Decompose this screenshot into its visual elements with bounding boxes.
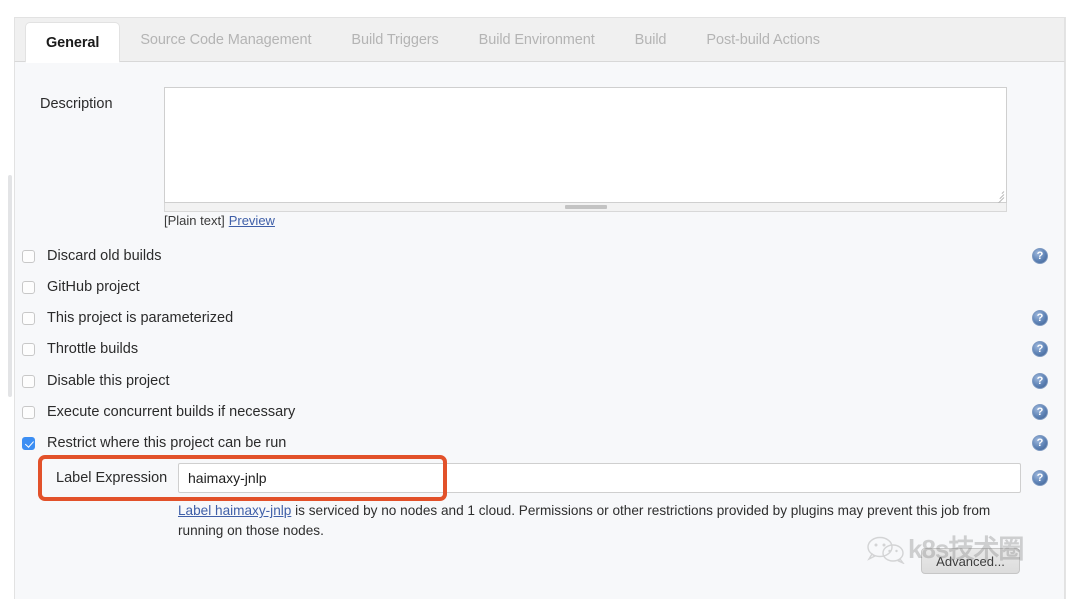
help-icon-this-project-is-parameterized[interactable]: ?	[1032, 310, 1048, 326]
section-scroll-rail[interactable]	[8, 175, 12, 397]
option-row-3[interactable]: Throttle builds	[22, 338, 138, 360]
option-row-2[interactable]: This project is parameterized	[22, 307, 233, 329]
checkbox-throttle-builds[interactable]	[22, 343, 35, 356]
plain-text-note: [Plain text]	[164, 213, 225, 228]
checkbox-restrict-where-this-project-can-be-run[interactable]	[22, 437, 35, 450]
checkbox-label-2[interactable]: This project is parameterized	[47, 310, 233, 326]
textarea-resize-grip-icon[interactable]	[993, 189, 1004, 200]
tab-build[interactable]: Build	[615, 18, 687, 62]
advanced-button[interactable]: Advanced...	[921, 548, 1020, 574]
help-icon-disable-this-project[interactable]: ?	[1032, 373, 1048, 389]
jenkins-job-config-page: GeneralSource Code ManagementBuild Trigg…	[0, 0, 1080, 599]
description-textarea[interactable]	[164, 87, 1007, 203]
tab-general[interactable]: General	[25, 22, 120, 62]
help-icon-discard-old-builds[interactable]: ?	[1032, 248, 1048, 264]
tab-source-code-management[interactable]: Source Code Management	[120, 18, 331, 62]
checkbox-label-0[interactable]: Discard old builds	[47, 248, 161, 264]
checkbox-label-6[interactable]: Restrict where this project can be run	[47, 435, 286, 451]
option-row-6[interactable]: Restrict where this project can be run	[22, 432, 286, 454]
checkbox-disable-this-project[interactable]	[22, 375, 35, 388]
checkbox-label-5[interactable]: Execute concurrent builds if necessary	[47, 404, 295, 420]
label-node-link[interactable]: Label haimaxy-jnlp	[178, 503, 291, 518]
description-resize-bar[interactable]	[164, 203, 1007, 212]
label-help-rest: is serviced by no nodes and 1 cloud. Per…	[178, 503, 990, 538]
help-icon-execute-concurrent-builds-if-necessary[interactable]: ?	[1032, 404, 1048, 420]
resize-handle-icon[interactable]	[565, 205, 607, 209]
option-row-1[interactable]: GitHub project	[22, 276, 140, 298]
label-expression-label: Label Expression	[56, 470, 167, 486]
tab-post-build-actions[interactable]: Post-build Actions	[686, 18, 839, 62]
config-tab-strip: GeneralSource Code ManagementBuild Trigg…	[14, 17, 1065, 62]
option-row-5[interactable]: Execute concurrent builds if necessary	[22, 401, 295, 423]
checkbox-discard-old-builds[interactable]	[22, 250, 35, 263]
checkbox-this-project-is-parameterized[interactable]	[22, 312, 35, 325]
checkbox-label-1[interactable]: GitHub project	[47, 279, 140, 295]
checkbox-label-3[interactable]: Throttle builds	[47, 341, 138, 357]
help-icon-throttle-builds[interactable]: ?	[1032, 341, 1048, 357]
checkbox-github-project[interactable]	[22, 281, 35, 294]
label-expression-input[interactable]: haimaxy-jnlp	[178, 463, 1021, 493]
tab-list: GeneralSource Code ManagementBuild Trigg…	[15, 18, 840, 62]
preview-link[interactable]: Preview	[229, 213, 275, 228]
panel-right-edge	[1065, 17, 1066, 599]
description-meta: [Plain text] Preview	[164, 213, 275, 228]
option-row-0[interactable]: Discard old builds	[22, 245, 161, 267]
help-icon-restrict-where-this-project-can-be-run[interactable]: ?	[1032, 435, 1048, 451]
checkbox-execute-concurrent-builds-if-necessary[interactable]	[22, 406, 35, 419]
description-label: Description	[40, 96, 113, 112]
tab-build-environment[interactable]: Build Environment	[459, 18, 615, 62]
help-icon-label-expression[interactable]: ?	[1032, 470, 1048, 486]
tab-build-triggers[interactable]: Build Triggers	[331, 18, 458, 62]
checkbox-label-4[interactable]: Disable this project	[47, 373, 170, 389]
option-row-4[interactable]: Disable this project	[22, 370, 170, 392]
label-expression-help-text: Label haimaxy-jnlp is serviced by no nod…	[178, 501, 1023, 541]
